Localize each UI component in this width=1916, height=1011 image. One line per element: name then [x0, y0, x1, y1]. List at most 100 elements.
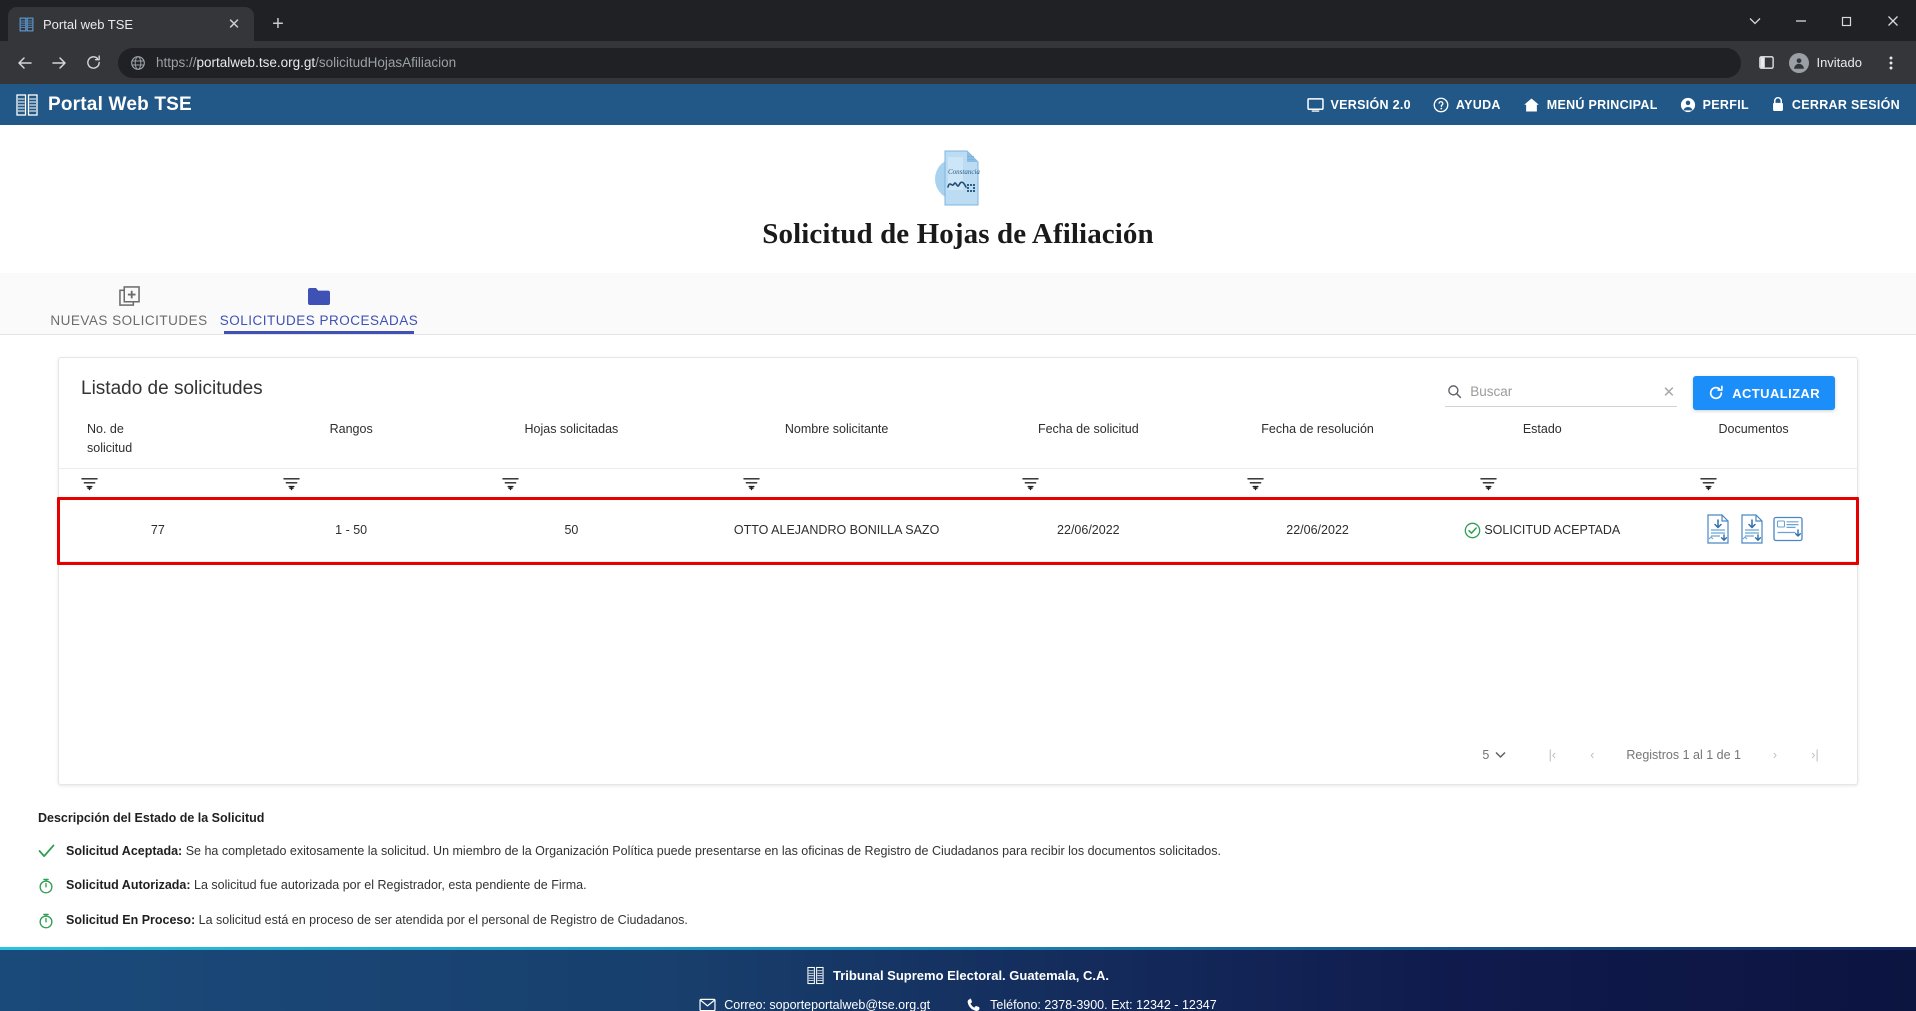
tab-strip: Portal web TSE ✕ +	[0, 0, 1916, 41]
tse-logo-icon	[807, 967, 824, 985]
last-page-button[interactable]: ›|	[1795, 740, 1835, 770]
check-icon	[38, 843, 56, 858]
back-icon[interactable]	[10, 48, 40, 78]
clock-icon	[38, 877, 56, 894]
home-icon	[1523, 98, 1539, 111]
browser-tab[interactable]: Portal web TSE ✕	[8, 7, 254, 41]
search-input[interactable]	[1470, 384, 1655, 399]
chevron-down-icon	[1495, 751, 1506, 758]
header-item-ayuda[interactable]: AYUDA	[1433, 97, 1501, 113]
reload-icon[interactable]	[78, 48, 108, 78]
tab-search-chevron-icon[interactable]	[1732, 0, 1778, 41]
col-fecha-solicitud[interactable]: Fecha de solicitud	[976, 414, 1201, 468]
close-window-icon[interactable]	[1870, 0, 1916, 41]
header-item-cerrar-sesion[interactable]: CERRAR SESIÓN	[1771, 96, 1900, 113]
filter-icon	[283, 476, 442, 491]
url-text: https://portalweb.tse.org.gt/solicitudHo…	[156, 55, 457, 70]
filter-icon	[743, 476, 972, 491]
cell-hojas: 50	[445, 498, 698, 562]
cell-rangos: 1 - 50	[256, 498, 446, 562]
description-term: Solicitud Autorizada:	[66, 878, 191, 893]
col-documentos[interactable]: Documentos	[1650, 414, 1857, 468]
filter-documentos[interactable]	[1650, 467, 1857, 499]
footer-org-line: Tribunal Supremo Electoral. Guatemala, C…	[0, 966, 1916, 985]
header-item-label: MENÚ PRINCIPAL	[1546, 97, 1658, 112]
constancia-document-icon: Constancia	[935, 150, 980, 206]
filter-fecha-resolucion[interactable]	[1200, 467, 1435, 499]
footer-phone[interactable]: Teléfono: 2378-3900. Ext: 12342 - 12347	[966, 997, 1217, 1011]
download-doc-1-icon[interactable]	[1705, 513, 1731, 547]
filter-estado[interactable]	[1434, 467, 1651, 499]
tab-label: NUEVAS SOLICITUDES	[50, 312, 208, 328]
content-tabs: NUEVAS SOLICITUDES SOLICITUDES PROCESADA…	[0, 273, 1916, 335]
status-accepted-icon	[1465, 522, 1481, 538]
filter-icon	[81, 476, 253, 491]
browser-toolbar: https://portalweb.tse.org.gt/solicitudHo…	[0, 41, 1916, 84]
tab-solicitudes-procesadas[interactable]: SOLICITUDES PROCESADAS	[220, 273, 418, 334]
filter-fecha-solicitud[interactable]	[975, 467, 1201, 499]
page-content: Constancia Solicitud de Hojas de Afiliac…	[0, 125, 1916, 930]
next-page-button[interactable]: ›	[1755, 740, 1795, 770]
description-body: La solicitud está en proceso de ser aten…	[195, 913, 688, 928]
page-size-select[interactable]: 5	[1482, 748, 1506, 762]
minimize-window-icon[interactable]	[1778, 0, 1824, 41]
download-card-icon[interactable]	[1772, 516, 1803, 545]
profile-chip[interactable]: Invitado	[1783, 50, 1874, 76]
tab-nuevas-solicitudes[interactable]: NUEVAS SOLICITUDES	[34, 273, 224, 334]
description-text: Solicitud Autorizada: La solicitud fue a…	[66, 877, 587, 894]
search-icon	[1447, 384, 1462, 399]
header-item-perfil[interactable]: PERFIL	[1680, 97, 1749, 113]
first-page-button[interactable]: |‹	[1532, 740, 1572, 770]
close-tab-icon[interactable]: ✕	[224, 14, 244, 34]
col-fecha-resolucion[interactable]: Fecha de resolución	[1201, 414, 1435, 468]
footer-org-text: Tribunal Supremo Electoral. Guatemala, C…	[833, 968, 1109, 984]
filter-icon	[1247, 476, 1431, 491]
col-hojas-solicitadas[interactable]: Hojas solicitadas	[446, 414, 698, 468]
prev-page-button[interactable]: ‹	[1572, 740, 1612, 770]
status-description-section: Descripción del Estado de la Solicitud S…	[0, 785, 1916, 930]
col-no-solicitud[interactable]: No. de solicitud	[59, 414, 257, 468]
mail-icon	[699, 999, 716, 1011]
maximize-window-icon[interactable]	[1824, 0, 1870, 41]
filter-icon	[1480, 476, 1646, 491]
page-size-value: 5	[1482, 747, 1490, 762]
download-doc-2-icon[interactable]	[1739, 513, 1765, 547]
lock-icon	[1772, 97, 1783, 111]
tab-title: Portal web TSE	[43, 16, 134, 32]
new-tab-button[interactable]: +	[264, 10, 292, 38]
brand-name: Portal Web TSE	[48, 93, 192, 115]
clock-icon	[38, 912, 56, 929]
tse-favicon-icon	[19, 17, 34, 31]
col-nombre-solicitante[interactable]: Nombre solicitante	[697, 414, 976, 468]
header-item-menu-principal[interactable]: MENÚ PRINCIPAL	[1523, 97, 1658, 113]
monitor-icon	[1306, 97, 1324, 112]
col-rangos[interactable]: Rangos	[257, 414, 446, 468]
forward-icon[interactable]	[44, 48, 74, 78]
filter-rangos[interactable]	[256, 467, 446, 499]
header-item-label: CERRAR SESIÓN	[1791, 97, 1900, 112]
brand[interactable]: Portal Web TSE	[16, 93, 192, 117]
table-header-row: No. de solicitud Rangos Hojas solicitadas…	[59, 414, 1857, 468]
address-bar[interactable]: https://portalweb.tse.org.gt/solicitudHo…	[118, 47, 1742, 78]
search-box[interactable]: ✕	[1445, 380, 1678, 407]
footer-email[interactable]: Correo: soporteportalweb@tse.org.gt	[699, 998, 930, 1011]
actualizar-label: ACTUALIZAR	[1732, 385, 1820, 401]
table-row[interactable]: 77 1 - 50 50 OTTO ALEJANDRO BONILLA SAZO…	[59, 498, 1857, 562]
col-estado[interactable]: Estado	[1434, 414, 1650, 468]
filter-no-solicitud[interactable]	[59, 467, 257, 499]
description-body: Se ha completado exitosamente la solicit…	[182, 843, 1221, 858]
card-wrapper: Listado de solicitudes ✕ ACTUALIZAR	[0, 335, 1916, 785]
tab-label: SOLICITUDES PROCESADAS	[219, 312, 419, 328]
solicitudes-card: Listado de solicitudes ✕ ACTUALIZAR	[57, 357, 1859, 785]
filter-hojas[interactable]	[445, 467, 698, 499]
cell-documentos	[1650, 498, 1857, 562]
folder-icon	[307, 286, 331, 308]
window-controls	[1732, 0, 1916, 41]
filter-nombre[interactable]	[697, 467, 976, 499]
actualizar-button[interactable]: ACTUALIZAR	[1693, 376, 1835, 410]
browser-menu-icon[interactable]	[1876, 48, 1906, 78]
clear-search-icon[interactable]: ✕	[1663, 383, 1676, 401]
side-panel-icon[interactable]	[1751, 48, 1781, 78]
header-item-version[interactable]: VERSIÓN 2.0	[1306, 97, 1411, 112]
header-item-label: PERFIL	[1702, 97, 1749, 112]
